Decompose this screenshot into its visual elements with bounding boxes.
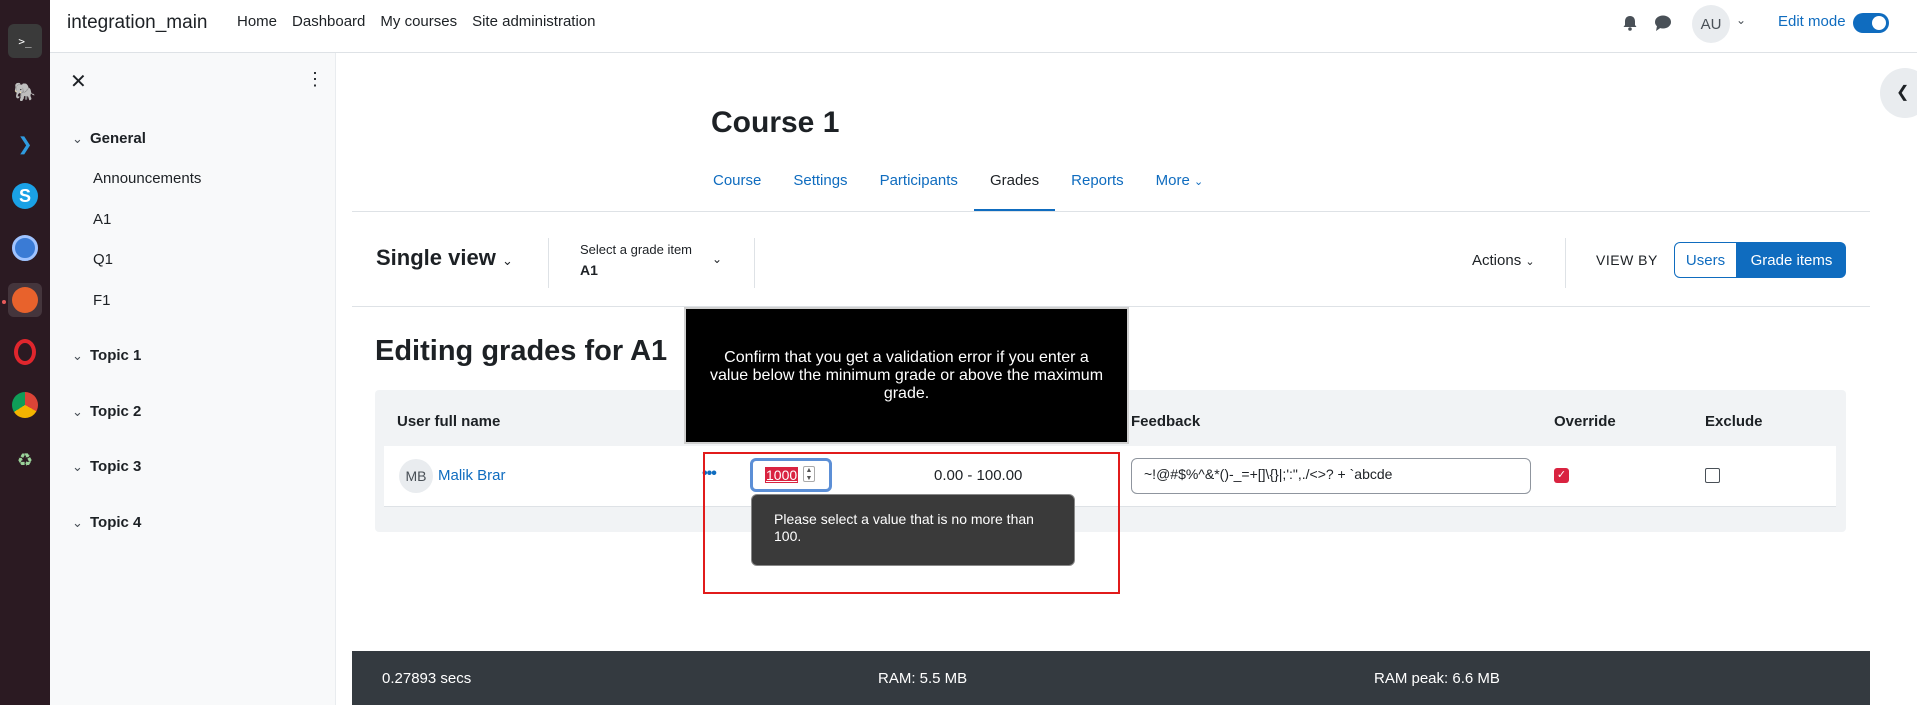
chevron-left-icon: ❮ bbox=[1896, 84, 1910, 101]
course-index-drawer: ✕ ⋮ ⌄ General Announcements A1 Q1 F1 ⌄ Top… bbox=[50, 53, 336, 705]
chromium-icon[interactable] bbox=[8, 231, 42, 265]
chevron-down-icon: ⌄ bbox=[1525, 256, 1535, 268]
user-menu-chevron-down-icon[interactable]: ⌄ bbox=[1736, 13, 1746, 27]
postgres-icon[interactable]: 🐘 bbox=[8, 75, 42, 109]
grade-item-chevron-down-icon[interactable]: ⌄ bbox=[712, 252, 722, 266]
user-name-link[interactable]: Malik Brar bbox=[438, 467, 506, 484]
validation-tooltip: Please select a value that is no more th… bbox=[751, 494, 1075, 566]
edit-mode-label: Edit mode bbox=[1778, 13, 1846, 30]
page-title: Course 1 bbox=[711, 106, 840, 139]
column-exclude: Exclude bbox=[1705, 413, 1763, 430]
column-user-full-name[interactable]: User full name bbox=[397, 413, 500, 430]
view-by-label: VIEW BY bbox=[1596, 252, 1658, 268]
activity-a1[interactable]: A1 bbox=[93, 211, 111, 228]
view-by-users-button[interactable]: Users bbox=[1674, 242, 1737, 278]
chevron-down-icon[interactable]: ⌄ bbox=[72, 348, 90, 364]
chevron-down-icon[interactable]: ⌄ bbox=[72, 404, 90, 420]
nav-home[interactable]: Home bbox=[237, 13, 277, 30]
vscode-icon[interactable]: ❯ bbox=[8, 127, 42, 161]
tab-course[interactable]: Course bbox=[697, 166, 777, 212]
chevron-down-icon[interactable]: ⌄ bbox=[72, 459, 90, 475]
nav-site-administration[interactable]: Site administration bbox=[472, 13, 595, 30]
tab-settings[interactable]: Settings bbox=[777, 166, 863, 212]
tab-participants[interactable]: Participants bbox=[864, 166, 974, 212]
skype-icon[interactable]: S bbox=[8, 179, 42, 213]
terminal-icon[interactable]: >_ bbox=[8, 24, 42, 58]
performance-footer: 0.27893 secs RAM: 5.5 MB RAM peak: 6.6 M… bbox=[352, 651, 1870, 705]
tab-reports[interactable]: Reports bbox=[1055, 166, 1140, 212]
edit-mode-toggle[interactable] bbox=[1853, 13, 1889, 33]
section-topic-3[interactable]: ⌄ Topic 3 bbox=[72, 458, 141, 475]
site-brand[interactable]: integration_main bbox=[67, 12, 207, 34]
tab-more[interactable]: More ⌄ bbox=[1140, 166, 1220, 212]
toolbar-divider bbox=[548, 238, 549, 288]
check-icon: ✓ bbox=[1556, 469, 1567, 481]
notifications-bell-icon[interactable] bbox=[1620, 13, 1640, 33]
avatar: MB bbox=[399, 459, 433, 493]
chevron-down-icon: ⌄ bbox=[1194, 176, 1204, 188]
column-feedback: Feedback bbox=[1131, 413, 1201, 430]
os-dock: >_ 🐘 ❯ S ♻ bbox=[0, 0, 50, 705]
footer-ram: RAM: 5.5 MB bbox=[878, 670, 968, 687]
activity-announcements[interactable]: Announcements bbox=[93, 170, 201, 187]
opera-icon[interactable] bbox=[8, 335, 42, 369]
chevron-down-icon[interactable]: ⌄ bbox=[72, 515, 90, 531]
editing-grades-heading: Editing grades for A1 bbox=[375, 335, 668, 367]
footer-ram-peak: RAM peak: 6.6 MB bbox=[1374, 670, 1500, 687]
exclude-checkbox[interactable] bbox=[1705, 468, 1720, 483]
active-indicator bbox=[2, 300, 6, 304]
tabs-divider bbox=[352, 211, 1870, 212]
single-view-selector[interactable]: Single view ⌄ bbox=[376, 245, 513, 271]
drawer-options-kebab-icon[interactable]: ⋮ bbox=[306, 69, 324, 90]
primary-navigation: Home Dashboard My courses Site administr… bbox=[237, 13, 611, 30]
footer-time: 0.27893 secs bbox=[382, 670, 472, 687]
messages-chat-icon[interactable] bbox=[1653, 13, 1673, 33]
activity-q1[interactable]: Q1 bbox=[93, 251, 113, 268]
grade-item-selector-label: Select a grade item bbox=[580, 242, 693, 257]
chevron-down-icon[interactable]: ⌄ bbox=[72, 131, 90, 147]
grade-item-selector-value[interactable]: A1 bbox=[580, 262, 598, 278]
close-drawer-icon[interactable]: ✕ bbox=[70, 69, 87, 94]
chevron-down-icon: ⌄ bbox=[501, 253, 513, 268]
nav-my-courses[interactable]: My courses bbox=[380, 13, 457, 30]
open-block-drawer-button[interactable]: ❮ bbox=[1880, 68, 1917, 118]
course-secondary-nav: Course Settings Participants Grades Repo… bbox=[697, 166, 1219, 212]
section-topic-2[interactable]: ⌄ Topic 2 bbox=[72, 403, 141, 420]
firefox-icon[interactable] bbox=[8, 283, 42, 317]
section-topic-1[interactable]: ⌄ Topic 1 bbox=[72, 347, 141, 364]
instruction-overlay: Confirm that you get a validation error … bbox=[684, 307, 1129, 444]
column-override: Override bbox=[1554, 413, 1616, 430]
user-avatar[interactable]: AU bbox=[1692, 5, 1730, 43]
section-topic-4[interactable]: ⌄ Topic 4 bbox=[72, 514, 141, 531]
actions-menu[interactable]: Actions ⌄ bbox=[1472, 252, 1535, 269]
nav-dashboard[interactable]: Dashboard bbox=[292, 13, 365, 30]
activity-f1[interactable]: F1 bbox=[93, 292, 111, 309]
toolbar-divider bbox=[754, 238, 755, 288]
view-by-grade-items-button[interactable]: Grade items bbox=[1737, 242, 1846, 278]
chrome-icon[interactable] bbox=[8, 388, 42, 422]
section-general[interactable]: ⌄ General bbox=[72, 130, 146, 147]
feedback-input[interactable]: ~!@#$%^&*()-_=+[]\{}|;':",./<>? + `abcde bbox=[1131, 458, 1531, 494]
trash-icon[interactable]: ♻ bbox=[8, 443, 42, 477]
override-checkbox[interactable]: ✓ bbox=[1554, 468, 1569, 483]
tab-grades[interactable]: Grades bbox=[973, 166, 1056, 212]
toolbar-divider bbox=[1565, 238, 1566, 288]
